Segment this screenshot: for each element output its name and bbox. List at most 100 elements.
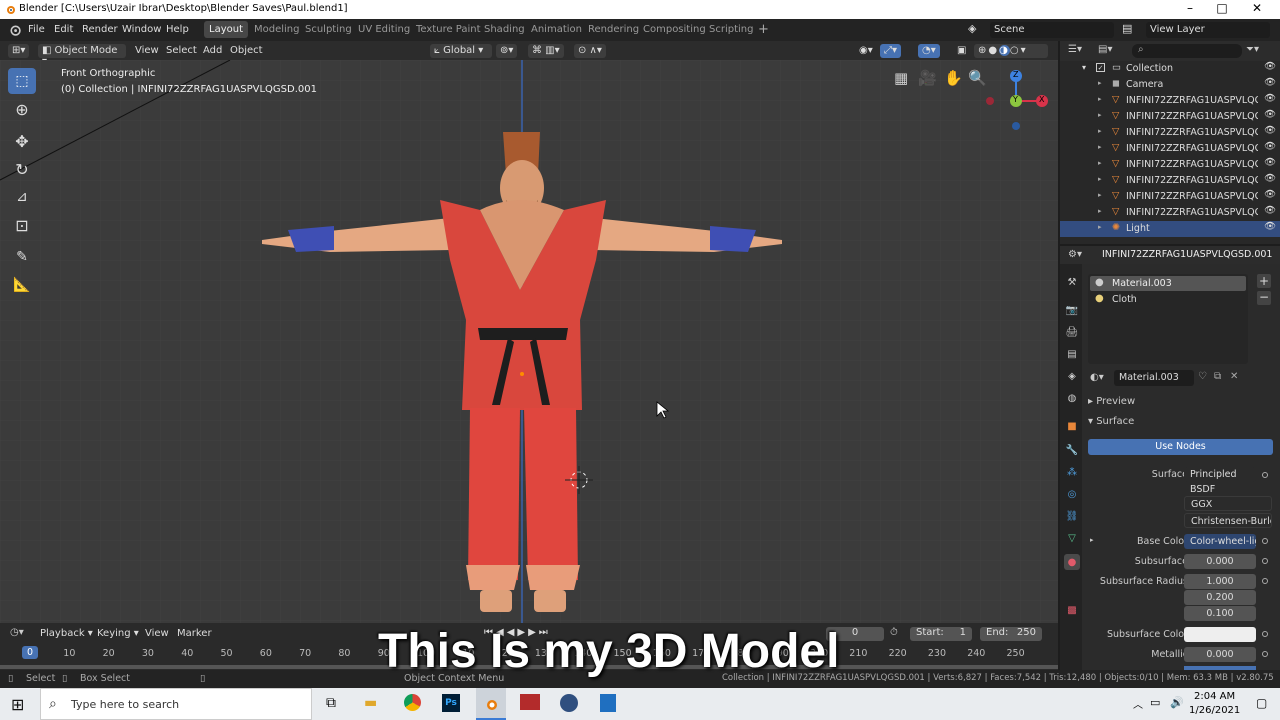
notifications-icon[interactable]: ▢ <box>1256 696 1267 710</box>
timeline-menu-keying[interactable]: Keying ▾ <box>97 628 139 639</box>
add-workspace-icon[interactable]: + <box>758 22 769 37</box>
distribution-dropdown[interactable]: GGX <box>1184 496 1272 511</box>
timeline-editor-icon[interactable]: ◷▾ <box>10 627 24 638</box>
tab-uv-editing[interactable]: UV Editing <box>358 24 410 35</box>
tab-modeling[interactable]: Modeling <box>254 24 300 35</box>
collection-row[interactable]: ▾ ✓ ▭ Collection 👁 <box>1060 61 1280 77</box>
eye-icon[interactable]: 👁 <box>1264 173 1276 184</box>
filter-icon[interactable]: ⏷▾ <box>1246 44 1259 55</box>
expand-icon[interactable]: ▸ <box>1098 127 1102 135</box>
surface-shader-field[interactable]: Principled BSDF <box>1184 467 1256 495</box>
add-slot-button[interactable]: + <box>1257 274 1271 288</box>
axis-gizmo[interactable]: Z X Y <box>985 68 1049 144</box>
socket-dot[interactable] <box>1262 631 1268 637</box>
material-tab-icon[interactable]: ● <box>1064 554 1080 570</box>
outliner-editor-icon[interactable]: ☰▾ <box>1068 44 1082 55</box>
preview-panel-header[interactable]: ▸ Preview <box>1088 396 1135 407</box>
app-globe-icon[interactable] <box>560 694 578 712</box>
snap-icon[interactable]: ⌘ ▥▾ <box>528 44 564 58</box>
eye-icon[interactable]: 👁 <box>1264 125 1276 136</box>
pan-hand-icon[interactable]: ✋ <box>944 69 963 87</box>
start-frame-field[interactable]: Start: 1 <box>910 627 972 641</box>
measure-tool[interactable]: 📐 <box>8 272 36 298</box>
menu-render[interactable]: Render <box>82 24 118 35</box>
tab-layout[interactable]: Layout <box>204 21 248 38</box>
select-box-tool[interactable]: ⬚ <box>8 68 36 94</box>
eye-icon[interactable]: 👁 <box>1264 77 1276 88</box>
tab-rendering[interactable]: Rendering <box>588 24 639 35</box>
shading-modes[interactable]: ⊕●◑○▾ <box>974 44 1048 58</box>
viewport-menu-select[interactable]: Select <box>162 44 201 58</box>
outliner-item-mesh[interactable]: ▸ ▽ INFINI72ZZRFAG1UASPVLQGSD 👁 <box>1060 93 1280 109</box>
unlink-material-icon[interactable]: ✕ <box>1230 371 1238 382</box>
eye-icon[interactable]: 👁 <box>1264 189 1276 200</box>
cursor-tool[interactable]: ⊕ <box>8 96 36 122</box>
subsurface-radius-x-field[interactable]: 1.000 <box>1184 574 1256 589</box>
grid-view-icon[interactable]: ▦ <box>894 69 908 87</box>
metallic-field[interactable]: 0.000 <box>1184 647 1256 662</box>
material-slot-selected[interactable]: ● Material.003 <box>1090 276 1246 291</box>
proportional-edit-icon[interactable]: ⊙ ∧▾ <box>574 44 606 58</box>
overlay-toggle-icon[interactable]: ◔▾ <box>918 44 940 58</box>
subsurface-color-swatch[interactable] <box>1184 627 1256 642</box>
viewport-canvas[interactable] <box>0 60 1058 623</box>
xray-icon[interactable]: ▣ <box>953 44 970 58</box>
outliner-item-camera[interactable]: ▸ ◼ Camera 👁 <box>1060 77 1280 93</box>
chrome-icon[interactable] <box>404 694 421 711</box>
material-slot[interactable]: ● Cloth <box>1090 292 1246 307</box>
tool-tab-icon[interactable]: ⚒ <box>1064 274 1080 290</box>
gizmo-toggle-icon[interactable]: ⤢▾ <box>880 44 902 58</box>
modifier-tab-icon[interactable]: 🔧 <box>1064 442 1080 458</box>
particles-tab-icon[interactable]: ⁂ <box>1064 464 1080 480</box>
display-mode-icon[interactable]: ▤▾ <box>1098 44 1112 55</box>
socket-dot[interactable] <box>1262 472 1268 478</box>
menu-window[interactable]: Window <box>122 24 161 35</box>
outliner-item-mesh[interactable]: ▸ ▽ INFINI72ZZRFAG1UASPVLQGSD 👁 <box>1060 189 1280 205</box>
outliner-search-input[interactable]: ⌕ <box>1132 44 1242 58</box>
close-button[interactable]: ✕ <box>1242 1 1272 15</box>
scene-icon[interactable]: ◈ <box>968 22 976 35</box>
volume-icon[interactable]: 🔊 <box>1170 696 1184 709</box>
expand-icon[interactable]: ▸ <box>1098 79 1102 87</box>
tab-texture-paint[interactable]: Texture Paint <box>416 24 481 35</box>
surface-panel-header[interactable]: ▾ Surface <box>1088 416 1134 427</box>
properties-editor-icon[interactable]: ⚙▾ <box>1068 249 1082 260</box>
eye-icon[interactable]: 👁 <box>1264 157 1276 168</box>
view-layer-selector[interactable]: View Layer <box>1146 22 1270 38</box>
clock-time[interactable]: 2:04 AM <box>1194 691 1235 702</box>
minimize-button[interactable]: – <box>1175 1 1205 15</box>
menu-help[interactable]: Help <box>166 24 189 35</box>
eye-icon[interactable]: 👁 <box>1264 93 1276 104</box>
eye-icon[interactable]: 👁 <box>1264 141 1276 152</box>
data-tab-icon[interactable]: ▽ <box>1064 530 1080 546</box>
viewport-menu-view[interactable]: View <box>131 44 163 58</box>
outliner-item-mesh[interactable]: ▸ ▽ INFINI72ZZRFAG1UASPVLQGSD 👁 <box>1060 125 1280 141</box>
expand-icon[interactable]: ▸ <box>1098 159 1102 167</box>
object-mode-dropdown[interactable]: ◧Object Mode ▾ <box>38 44 126 67</box>
scene-selector[interactable]: Scene <box>990 22 1114 38</box>
texture-tab-icon[interactable]: ▩ <box>1064 602 1080 618</box>
view-layer-tab-icon[interactable]: ▤ <box>1064 346 1080 362</box>
viewport-menu-add[interactable]: Add <box>199 44 226 58</box>
subsurface-radius-y-field[interactable]: 0.200 <box>1184 590 1256 605</box>
subsurface-method-dropdown[interactable]: Christensen-Burle <box>1184 513 1272 528</box>
outliner-item-mesh[interactable]: ▸ ▽ INFINI72ZZRFAG1UASPVLQGSD 👁 <box>1060 157 1280 173</box>
material-browse-icon[interactable]: ◐▾ <box>1090 372 1104 383</box>
end-frame-field[interactable]: End: 250 <box>980 627 1042 641</box>
maximize-button[interactable]: □ <box>1207 1 1237 15</box>
material-name-field[interactable]: Material.003 <box>1114 370 1194 386</box>
expand-icon[interactable]: ▸ <box>1098 175 1102 183</box>
move-tool[interactable]: ✥ <box>8 128 36 154</box>
annotate-tool[interactable]: ✎ <box>8 244 36 270</box>
recorder-icon[interactable] <box>520 694 540 710</box>
calculator-icon[interactable] <box>600 694 616 712</box>
socket-dot[interactable] <box>1262 538 1268 544</box>
3d-viewport[interactable]: Front Orthographic (0) Collection | INFI… <box>0 60 1058 623</box>
remove-slot-button[interactable]: − <box>1257 291 1271 305</box>
eye-icon[interactable]: 👁 <box>1264 205 1276 216</box>
scene-tab-icon[interactable]: ◈ <box>1064 368 1080 384</box>
file-explorer-icon[interactable]: ▬ <box>364 695 377 711</box>
subsurface-field[interactable]: 0.000 <box>1184 554 1256 569</box>
clock-date[interactable]: 1/26/2021 <box>1189 705 1240 716</box>
tab-animation[interactable]: Animation <box>531 24 582 35</box>
